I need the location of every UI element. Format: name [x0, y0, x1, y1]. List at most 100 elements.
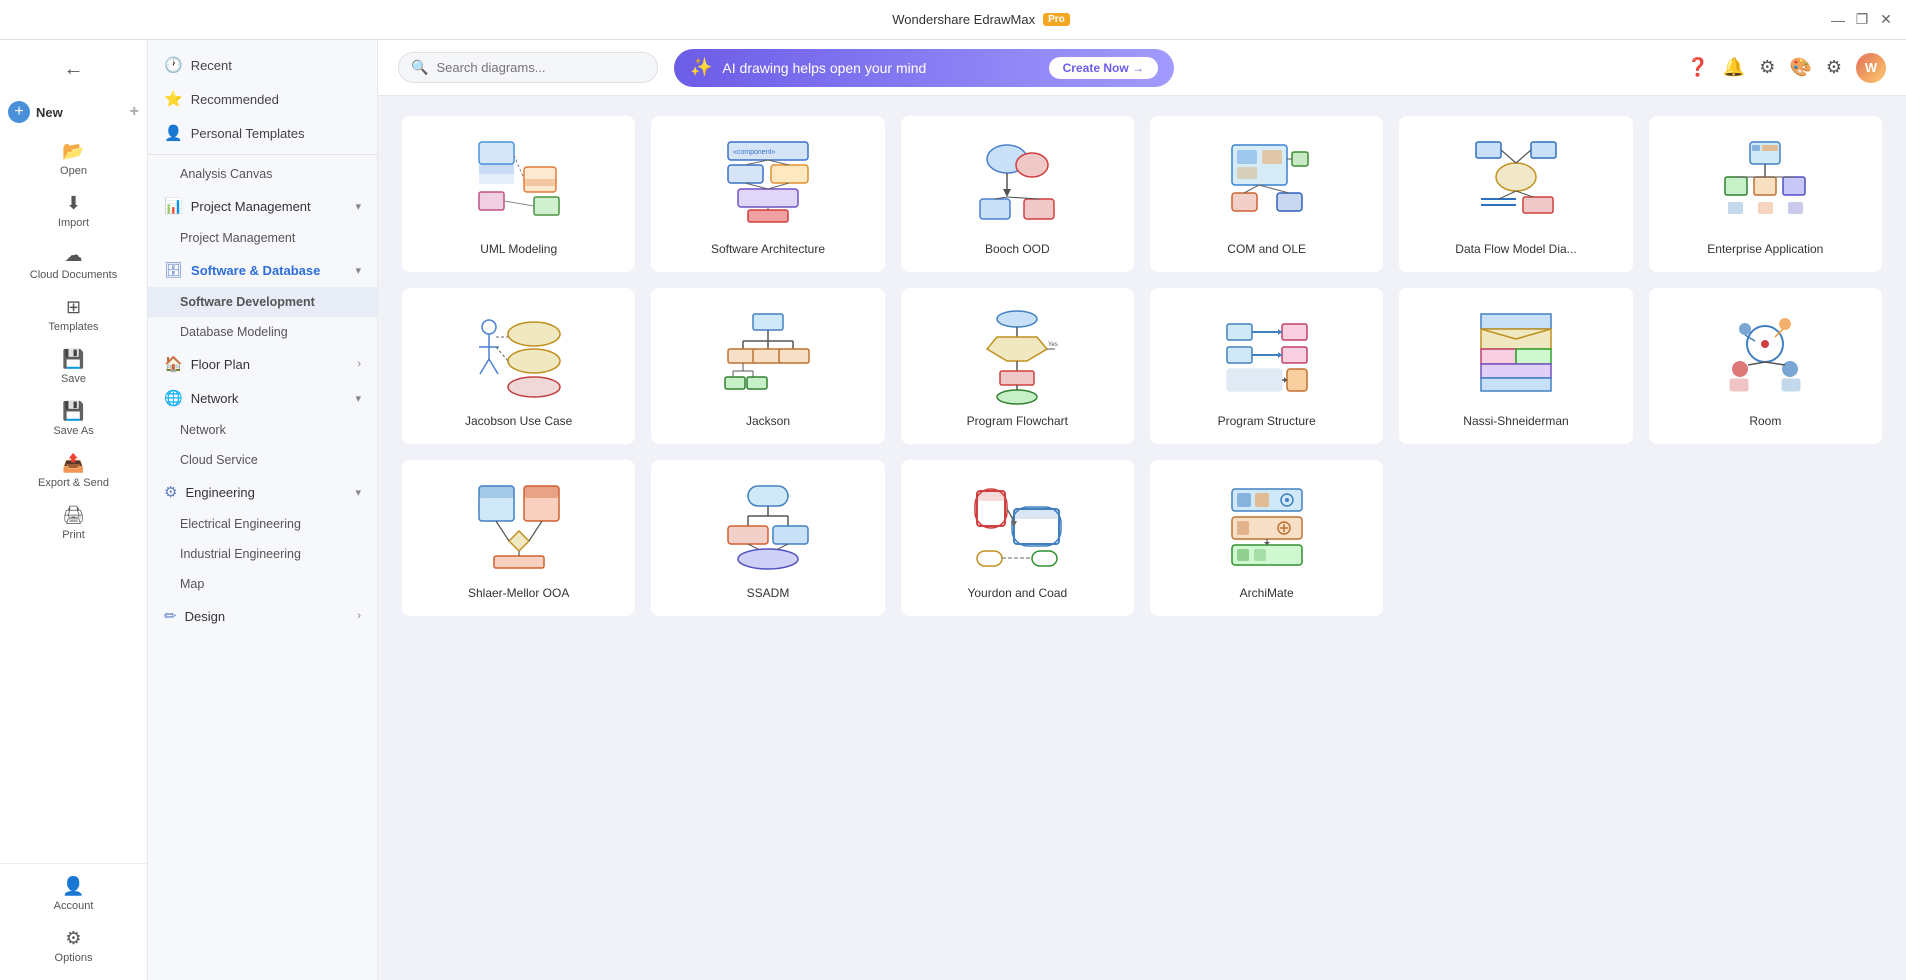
sidebar-item-database-modeling[interactable]: Database Modeling — [148, 317, 377, 347]
svg-text:«component»: «component» — [733, 149, 776, 156]
print-icon: 🖨 — [62, 505, 85, 526]
template-label-uml: UML Modeling — [480, 242, 557, 256]
template-card-data-flow[interactable]: Data Flow Model Dia... — [1399, 116, 1632, 272]
software-db-group-label: Software & Database — [191, 263, 320, 278]
floor-plan-icon: 🏠 — [164, 355, 183, 373]
project-management-label: Project Management — [180, 231, 295, 245]
minimize-btn[interactable]: — — [1830, 12, 1846, 28]
cloud-label: Cloud Documents — [30, 269, 117, 281]
network-group-label: Network — [191, 391, 239, 406]
sidebar-group-project-management[interactable]: 📊 Project Management ▾ — [148, 189, 377, 223]
sidebar-item-network[interactable]: Network — [148, 415, 377, 445]
sidebar-item-recent[interactable]: 🕐 Recent — [148, 48, 377, 82]
top-bar: 🔍 ✨ AI drawing helps open your mind Crea… — [378, 40, 1906, 96]
template-label-booch: Booch OOD — [985, 242, 1050, 256]
sidebar-divider-1 — [148, 154, 377, 155]
template-card-program-struct[interactable]: Program Structure — [1150, 288, 1383, 444]
sidebar-group-network[interactable]: 🌐 Network ▾ — [148, 381, 377, 415]
ai-create-now-btn[interactable]: Create Now → — [1049, 57, 1158, 79]
new-btn[interactable]: + New + — [0, 91, 147, 133]
template-label-room: Room — [1749, 414, 1781, 428]
cloud-documents-btn[interactable]: ☁ Cloud Documents — [0, 237, 147, 289]
app-title: Wondershare EdrawMax — [892, 12, 1035, 27]
account-icon: 👤 — [62, 876, 84, 897]
template-card-ssadm[interactable]: SSADM — [651, 460, 884, 616]
template-card-sw-arch[interactable]: «component» Soft — [651, 116, 884, 272]
sidebar-group-design[interactable]: ✏ Design › — [148, 599, 377, 633]
sidebar-item-software-development[interactable]: Software Development — [148, 287, 377, 317]
ai-banner[interactable]: ✨ AI drawing helps open your mind Create… — [674, 49, 1174, 87]
search-input[interactable] — [436, 60, 636, 75]
template-img-room — [1665, 304, 1866, 404]
template-card-nassi[interactable]: Nassi-Shneiderman — [1399, 288, 1632, 444]
sidebar-item-cloud-service[interactable]: Cloud Service — [148, 445, 377, 475]
template-card-program-flow[interactable]: Yes Program Flowchart — [901, 288, 1134, 444]
print-btn[interactable]: 🖨 Print — [0, 497, 147, 549]
template-card-booch[interactable]: Booch OOD — [901, 116, 1134, 272]
network-chevron: ▾ — [355, 392, 361, 405]
open-btn[interactable]: 📂 Open — [0, 133, 147, 185]
close-btn[interactable]: ✕ — [1878, 12, 1894, 28]
software-development-label: Software Development — [180, 295, 315, 309]
export-btn[interactable]: 📤 Export & Send — [0, 445, 147, 497]
search-box[interactable]: 🔍 — [398, 52, 658, 83]
recent-icon: 🕐 — [164, 56, 183, 74]
cloud-service-label: Cloud Service — [180, 453, 258, 467]
template-label-enterprise: Enterprise Application — [1707, 242, 1823, 256]
template-card-com-ole[interactable]: COM and OLE — [1150, 116, 1383, 272]
sidebar-item-personal-templates[interactable]: 👤 Personal Templates — [148, 116, 377, 150]
save-btn[interactable]: 💾 Save — [0, 341, 147, 393]
template-img-com-ole — [1166, 132, 1367, 232]
template-card-shlaer[interactable]: Shlaer-Mellor OOA — [402, 460, 635, 616]
engineering-chevron: ▾ — [355, 486, 361, 499]
account-btn[interactable]: 👤 Account — [0, 868, 147, 920]
template-img-uml — [418, 132, 619, 232]
restore-btn[interactable]: ❐ — [1854, 12, 1870, 28]
project-mgmt-chevron: ▾ — [355, 200, 361, 213]
apps-icon[interactable]: ⚙ — [1759, 57, 1775, 78]
sidebar-group-floor-plan[interactable]: 🏠 Floor Plan › — [148, 347, 377, 381]
template-card-yourdon[interactable]: Yourdon and Coad — [901, 460, 1134, 616]
options-icon: ⚙ — [65, 928, 81, 949]
sidebar-item-electrical-engineering[interactable]: Electrical Engineering — [148, 509, 377, 539]
design-icon: ✏ — [164, 607, 177, 625]
sidebar-item-industrial-engineering[interactable]: Industrial Engineering — [148, 539, 377, 569]
software-db-icon: 🗄 — [164, 261, 183, 279]
ai-icon: ✨ — [690, 57, 712, 78]
save-as-btn[interactable]: 💾 Save As — [0, 393, 147, 445]
template-card-room[interactable]: Room — [1649, 288, 1882, 444]
template-card-archimate[interactable]: ArchiMate — [1150, 460, 1383, 616]
theme-icon[interactable]: 🎨 — [1789, 57, 1811, 78]
sidebar-group-engineering[interactable]: ⚙ Engineering ▾ — [148, 475, 377, 509]
notification-icon[interactable]: 🔔 — [1723, 57, 1745, 78]
project-mgmt-group-label: Project Management — [191, 199, 311, 214]
sidebar-item-project-management[interactable]: Project Management — [148, 223, 377, 253]
design-group-label: Design — [185, 609, 225, 624]
templates-btn[interactable]: ⊞ Templates — [0, 289, 147, 341]
avatar[interactable]: W — [1856, 53, 1886, 83]
template-card-uml[interactable]: UML Modeling — [402, 116, 635, 272]
template-img-jacobson — [418, 304, 619, 404]
database-modeling-label: Database Modeling — [180, 325, 288, 339]
sidebar-group-software-database[interactable]: 🗄 Software & Database ▾ — [148, 253, 377, 287]
back-btn[interactable]: ← — [0, 48, 147, 91]
template-card-jackson[interactable]: Jackson — [651, 288, 884, 444]
cloud-icon: ☁ — [65, 245, 83, 266]
sidebar-item-recommended[interactable]: ⭐ Recommended — [148, 82, 377, 116]
save-as-label: Save As — [53, 425, 93, 437]
options-btn[interactable]: ⚙ Options — [0, 920, 147, 972]
settings-icon[interactable]: ⚙ — [1826, 57, 1842, 78]
import-btn[interactable]: ⬇ Import — [0, 185, 147, 237]
import-label: Import — [58, 217, 89, 229]
sidebar-item-map[interactable]: Map — [148, 569, 377, 599]
top-bar-icons: ❓ 🔔 ⚙ 🎨 ⚙ W — [1686, 53, 1886, 83]
help-icon[interactable]: ❓ — [1686, 57, 1708, 78]
ai-text: AI drawing helps open your mind — [722, 60, 1038, 76]
sidebar-item-analysis-canvas[interactable]: Analysis Canvas — [148, 159, 377, 189]
template-label-nassi: Nassi-Shneiderman — [1463, 414, 1568, 428]
engineering-group-label: Engineering — [185, 485, 254, 500]
template-label-data-flow: Data Flow Model Dia... — [1455, 242, 1576, 256]
template-card-jacobson[interactable]: Jacobson Use Case — [402, 288, 635, 444]
template-grid: UML Modeling «component» — [402, 116, 1882, 616]
template-card-enterprise[interactable]: Enterprise Application — [1649, 116, 1882, 272]
